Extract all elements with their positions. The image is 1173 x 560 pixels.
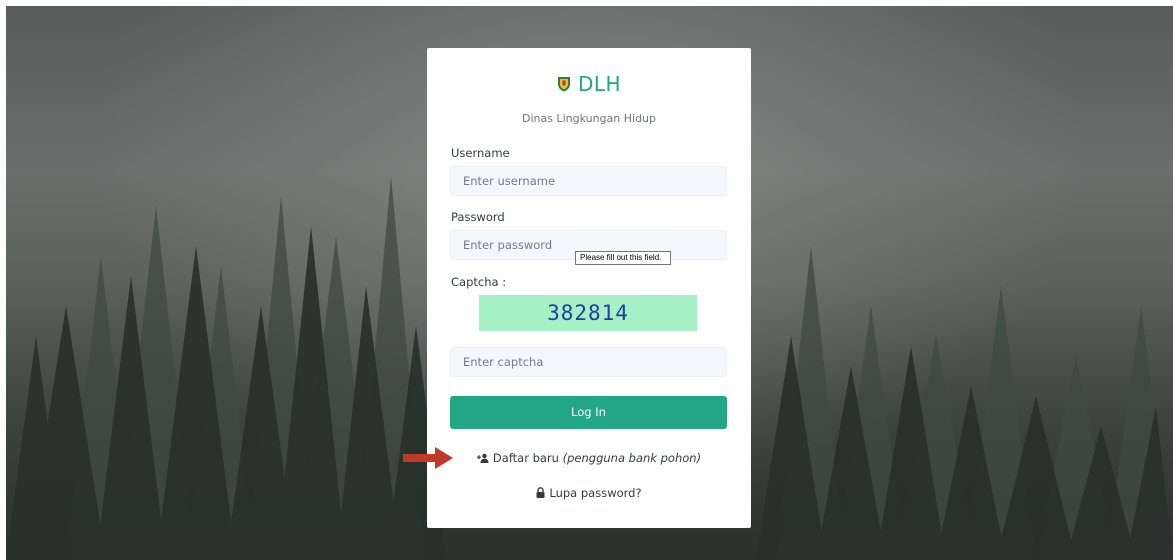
captcha-image: 382814 [479, 295, 697, 331]
username-input[interactable]: Enter username [450, 166, 727, 196]
captcha-label: Captcha : [451, 275, 507, 289]
register-link[interactable]: Daftar baru (pengguna bank pohon) [427, 451, 751, 465]
register-text: Daftar baru [492, 451, 559, 465]
register-note: (pengguna bank pohon) [562, 451, 702, 465]
red-arrow-icon [403, 447, 453, 469]
login-button[interactable]: Log In [450, 396, 727, 429]
brand-header: DLH [427, 72, 751, 96]
brand-subtitle: Dinas Lingkungan Hidup [521, 112, 657, 125]
shield-emblem-icon [557, 77, 570, 92]
captcha-input[interactable]: Enter captcha [450, 347, 727, 377]
validation-tooltip: Please fill out this field. [575, 251, 671, 265]
forgot-password-text: Lupa password? [549, 486, 642, 500]
login-card: DLH Dinas Lingkungan Hidup Username Ente… [427, 48, 751, 528]
username-label: Username [451, 146, 510, 160]
forgot-password-link[interactable]: Lupa password? [427, 486, 751, 500]
lock-icon [536, 487, 545, 498]
captcha-code: 382814 [547, 301, 629, 325]
password-label: Password [451, 210, 505, 224]
brand-name: DLH [577, 72, 622, 96]
user-plus-icon [476, 453, 489, 463]
